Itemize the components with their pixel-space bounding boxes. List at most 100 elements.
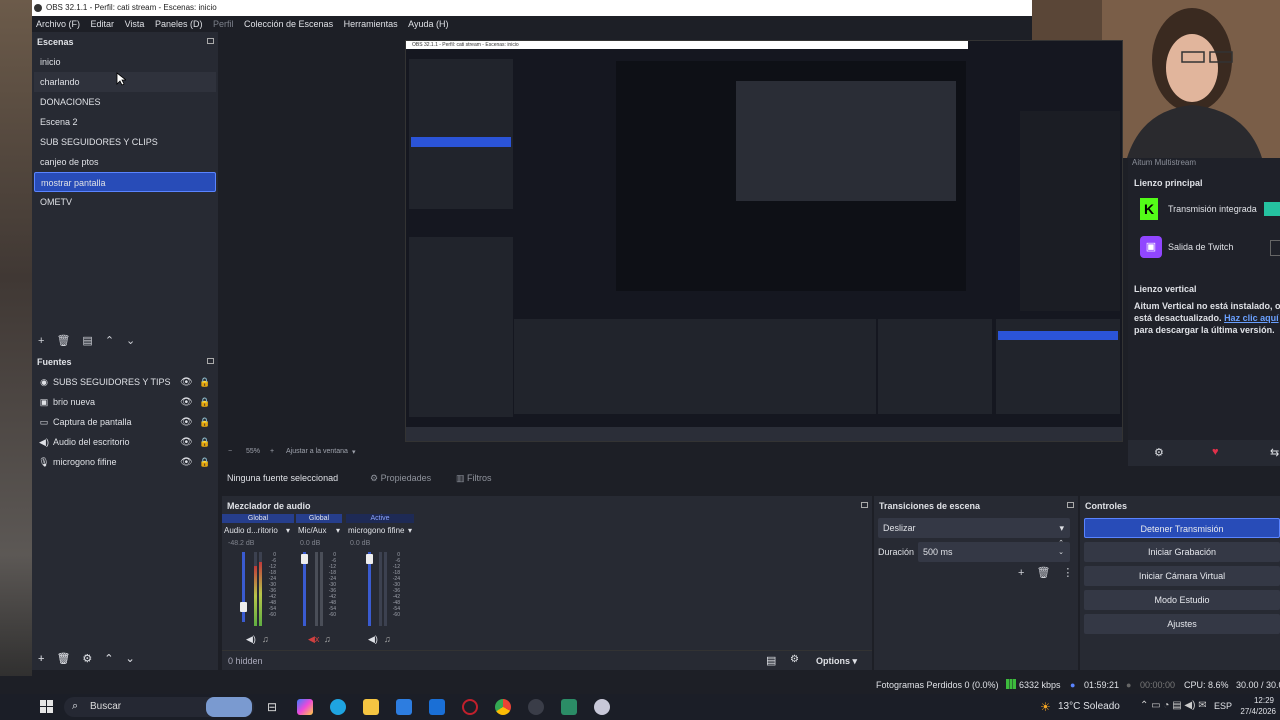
fader-knob[interactable] — [366, 554, 373, 564]
menu-edit[interactable]: Editar — [91, 16, 115, 32]
gear-icon[interactable]: ⚙ — [1154, 446, 1164, 459]
scene-item[interactable]: OMETV — [34, 192, 216, 212]
move-down-icon[interactable]: ⌄ — [126, 652, 135, 665]
options-button[interactable]: Options ▾ — [816, 656, 857, 667]
download-link[interactable]: Haz clic aquí — [1224, 313, 1279, 323]
scene-item-selected[interactable]: mostrar pantalla — [34, 172, 216, 192]
lock-icon[interactable]: 🔒 — [199, 397, 210, 408]
visibility-eye-icon[interactable]: 👁 — [180, 417, 193, 428]
language-indicator[interactable]: ESP — [1214, 701, 1232, 711]
store-icon[interactable] — [396, 699, 412, 715]
source-item[interactable]: ◉ SUBS SEGUIDORES Y TIPS 👁 🔒 — [32, 372, 218, 392]
zoom-out-button[interactable]: − — [228, 448, 232, 455]
remove-icon[interactable]: 🗑 — [56, 652, 70, 665]
output-toggle[interactable] — [1270, 240, 1280, 256]
monitor-headphones-icon[interactable]: ♫ — [384, 634, 391, 644]
remove-scene-icon[interactable]: 🗑 — [56, 334, 70, 347]
transition-type-select[interactable]: Deslizar ▾ — [878, 518, 1070, 538]
scene-item[interactable]: SUB SEGUIDORES Y CLIPS — [34, 132, 216, 152]
properties-button[interactable]: ⚙ Propiedades — [370, 473, 431, 484]
duration-input[interactable]: 500 ms ⌃ ⌄ — [918, 539, 1070, 562]
lock-icon[interactable]: 🔒 — [199, 377, 210, 388]
mute-speaker-icon[interactable]: ◀) — [246, 634, 256, 645]
chrome-icon[interactable] — [495, 699, 511, 715]
output-toggle[interactable] — [1264, 202, 1280, 216]
undock-icon[interactable] — [207, 38, 214, 44]
muted-speaker-icon[interactable]: ◀x — [308, 634, 319, 645]
program-preview[interactable]: OBS 32.1.1 - Perfil: cati stream - Escen… — [405, 40, 1123, 442]
scene-item[interactable]: inicio — [34, 52, 216, 72]
channel-menu-icon[interactable]: ▾ — [336, 526, 340, 535]
menu-tools[interactable]: Herramientas — [344, 16, 398, 32]
visibility-eye-icon[interactable]: 👁 — [180, 437, 193, 448]
file-explorer-icon[interactable] — [363, 699, 379, 715]
visibility-eye-icon[interactable]: 👁 — [180, 377, 193, 388]
edge-icon[interactable] — [330, 699, 346, 715]
visibility-eye-icon[interactable]: 👁 — [180, 397, 193, 408]
move-down-icon[interactable]: ⌄ — [126, 334, 135, 347]
lock-icon[interactable]: 🔒 — [199, 417, 210, 428]
transitions-dock-title: Transiciones de escena — [874, 496, 1078, 516]
channel-menu-icon[interactable]: ▾ — [286, 526, 290, 535]
add-icon[interactable]: + — [38, 653, 44, 665]
scene-filters-icon[interactable]: ▤ — [82, 334, 92, 347]
undock-icon[interactable] — [861, 502, 868, 508]
tray-icons[interactable]: ⌃ ▭ ◔ ▤ ◀) ✉ — [1140, 700, 1207, 711]
obs-taskbar-icon[interactable] — [528, 699, 544, 715]
opera-icon[interactable] — [462, 699, 478, 715]
app-icon[interactable] — [594, 699, 610, 715]
source-item[interactable]: 🎙 microgono fifine 👁 🔒 — [32, 452, 218, 472]
remove-transition-icon[interactable]: 🗑 — [1036, 566, 1050, 579]
settings-icon[interactable]: ⚙ — [82, 652, 92, 665]
move-up-icon[interactable]: ⌃ — [104, 652, 113, 665]
start-virtual-camera-button[interactable]: Iniciar Cámara Virtual — [1084, 566, 1280, 586]
menu-profile[interactable]: Perfil — [213, 16, 234, 32]
fader-knob[interactable] — [240, 602, 247, 612]
heart-icon[interactable]: ♥ — [1212, 446, 1219, 458]
lock-icon[interactable]: 🔒 — [199, 457, 210, 468]
menu-scene-collection[interactable]: Colección de Escenas — [244, 16, 333, 32]
monitor-headphones-icon[interactable]: ♫ — [262, 634, 269, 644]
lock-icon[interactable]: 🔒 — [199, 437, 210, 448]
mute-speaker-icon[interactable]: ◀) — [368, 634, 378, 645]
studio-mode-button[interactable]: Modo Estudio — [1084, 590, 1280, 610]
clock-date[interactable]: 27/4/2026 — [1236, 707, 1276, 716]
copilot-icon[interactable] — [297, 699, 313, 715]
mail-icon[interactable] — [429, 699, 445, 715]
clock-time[interactable]: 12:29 — [1244, 696, 1274, 705]
add-scene-icon[interactable]: + — [38, 335, 44, 347]
filters-button[interactable]: ▥ Filtros — [456, 473, 492, 484]
share-icon[interactable]: ⇆ — [1270, 446, 1279, 459]
menu-help[interactable]: Ayuda (H) — [408, 16, 448, 32]
add-transition-icon[interactable]: + — [1018, 567, 1024, 579]
advanced-audio-icon[interactable]: ⚙ — [790, 654, 799, 665]
zoom-in-button[interactable]: + — [270, 448, 274, 455]
spin-arrows-icon[interactable]: ⌃ ⌄ — [1058, 539, 1064, 557]
settings-button[interactable]: Ajustes — [1084, 614, 1280, 634]
task-view-icon[interactable]: ⊟ — [264, 699, 280, 715]
undock-icon[interactable] — [1067, 502, 1074, 508]
more-options-icon[interactable]: ⋮ — [1062, 566, 1073, 579]
menu-file[interactable]: Archivo (F) — [36, 16, 80, 32]
monitor-headphones-icon[interactable]: ♫ — [324, 634, 331, 644]
source-item[interactable]: ◀) Audio del escritorio 👁 🔒 — [32, 432, 218, 452]
start-recording-button[interactable]: Iniciar Grabación — [1084, 542, 1280, 562]
undock-icon[interactable] — [207, 358, 214, 364]
fit-dropdown-icon[interactable]: ▾ — [352, 448, 356, 456]
layout-toggle-icon[interactable]: ▤ — [766, 654, 776, 667]
menu-view[interactable]: Vista — [125, 16, 145, 32]
fader-knob[interactable] — [301, 554, 308, 564]
scene-item[interactable]: DONACIONES — [34, 92, 216, 112]
visibility-eye-icon[interactable]: 👁 — [180, 457, 193, 468]
source-item[interactable]: ▭ Captura de pantalla 👁 🔒 — [32, 412, 218, 432]
weather-text: 13°C Soleado — [1058, 701, 1120, 712]
move-up-icon[interactable]: ⌃ — [105, 334, 114, 347]
scene-item[interactable]: Escena 2 — [34, 112, 216, 132]
channel-menu-icon[interactable]: ▾ — [408, 526, 412, 535]
stop-streaming-button[interactable]: Detener Transmisión — [1084, 518, 1280, 538]
scene-item[interactable]: canjeo de ptos — [34, 152, 216, 172]
source-item[interactable]: ▣ brio nueva 👁 🔒 — [32, 392, 218, 412]
windows-start-icon[interactable] — [40, 700, 54, 714]
calculator-icon[interactable] — [561, 699, 577, 715]
menu-docks[interactable]: Paneles (D) — [155, 16, 203, 32]
